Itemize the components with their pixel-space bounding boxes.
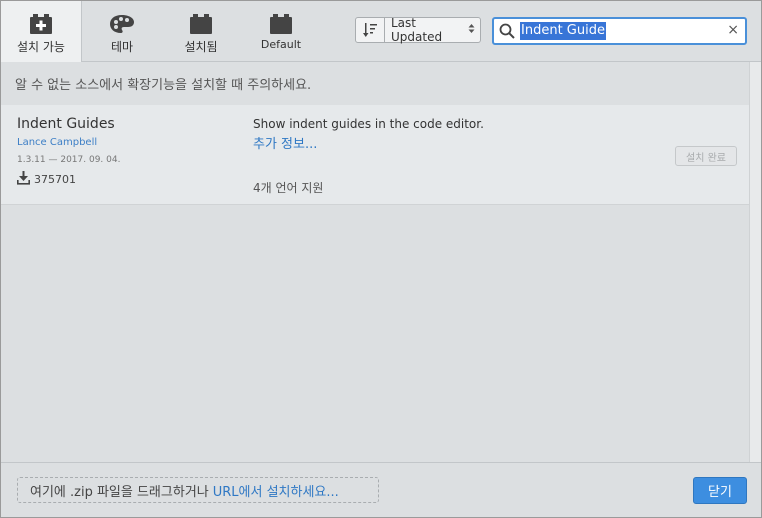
install-from-url-link[interactable]: URL에서 설치하세요... bbox=[213, 481, 339, 500]
search-input[interactable]: Indent Guide bbox=[520, 22, 606, 40]
extension-manager-dialog: 설치 가능 테마 설치됨 Default Last Updated Indent… bbox=[0, 0, 762, 518]
drop-zone[interactable]: 여기에 .zip 파일을 드래그하거나 URL에서 설치하세요... bbox=[17, 477, 379, 503]
box-icon bbox=[189, 13, 213, 35]
scrollbar[interactable] bbox=[749, 62, 761, 462]
sort-label: Last Updated bbox=[391, 16, 443, 44]
close-button[interactable]: 닫기 bbox=[693, 477, 747, 504]
extension-list: Indent Guides Lance Campbell 1.3.11 — 20… bbox=[1, 105, 749, 461]
more-info-link[interactable]: 추가 정보... bbox=[253, 133, 317, 152]
tab-label: 설치됨 bbox=[184, 40, 218, 54]
search-box[interactable]: Indent Guide × bbox=[492, 17, 747, 45]
footer: 여기에 .zip 파일을 드래그하거나 URL에서 설치하세요... 닫기 bbox=[1, 462, 761, 517]
sort-icon[interactable] bbox=[356, 18, 385, 42]
plus-box-icon bbox=[29, 13, 53, 35]
list-item: Indent Guides Lance Campbell 1.3.11 — 20… bbox=[1, 105, 749, 205]
extension-downloads: 375701 bbox=[17, 171, 76, 188]
box-icon bbox=[269, 13, 293, 35]
download-count: 375701 bbox=[34, 173, 76, 186]
tab-default[interactable]: Default bbox=[241, 1, 321, 61]
updown-arrow-icon bbox=[468, 23, 475, 37]
sort-select[interactable]: Last Updated bbox=[385, 16, 480, 44]
extension-author-link[interactable]: Lance Campbell bbox=[17, 137, 97, 148]
tab-available[interactable]: 설치 가능 bbox=[1, 1, 82, 62]
tab-label: Default bbox=[260, 38, 302, 51]
extension-version-date: 1.3.11 — 2017. 09. 04. bbox=[17, 155, 121, 165]
drop-text: 여기에 .zip 파일을 드래그하거나 bbox=[30, 484, 209, 500]
tab-themes[interactable]: 테마 bbox=[82, 1, 162, 61]
extension-name: Indent Guides bbox=[17, 116, 115, 132]
tab-label: 설치 가능 bbox=[17, 40, 65, 54]
search-icon bbox=[494, 23, 520, 39]
toolbar: 설치 가능 테마 설치됨 Default Last Updated Indent… bbox=[1, 1, 761, 62]
palette-icon bbox=[109, 13, 135, 35]
tab-installed[interactable]: 설치됨 bbox=[161, 1, 241, 61]
tab-label: 테마 bbox=[110, 40, 134, 54]
sort-dropdown[interactable]: Last Updated bbox=[355, 16, 481, 44]
clear-icon[interactable]: × bbox=[727, 22, 739, 38]
extension-description: Show indent guides in the code editor. bbox=[253, 117, 484, 131]
installed-button: 설치 완료 bbox=[675, 146, 737, 166]
install-warning: 알 수 없는 소스에서 확장기능을 설치할 때 주의하세요. bbox=[15, 78, 312, 93]
language-support: 4개 언어 지원 bbox=[253, 181, 324, 195]
download-icon bbox=[17, 171, 30, 188]
